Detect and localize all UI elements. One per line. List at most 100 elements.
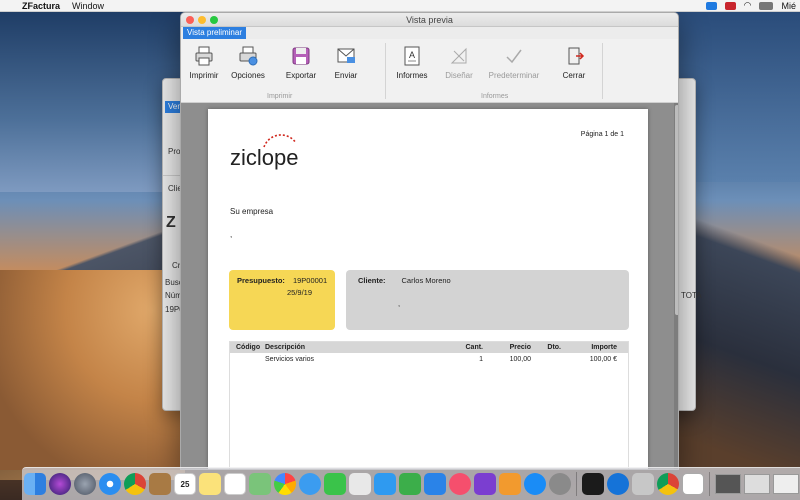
dock-divider (709, 472, 710, 496)
bg-window-text-total: TOTA (681, 291, 702, 300)
chrome-icon[interactable] (124, 473, 146, 495)
window-controls (186, 16, 218, 24)
items-table: Código Descripción Cant. Precio Dto. Imp… (229, 341, 629, 469)
send-button-label: Enviar (334, 71, 358, 80)
client-box: Cliente: Carlos Moreno , (346, 270, 629, 330)
minimized-window-thumbnail[interactable] (773, 474, 799, 494)
bg-window-logo: Z (166, 214, 176, 231)
tab-vista-preliminar[interactable]: Vista preliminar (183, 27, 246, 39)
scrollbar-thumb[interactable] (675, 105, 678, 315)
svg-text:A: A (409, 50, 415, 60)
safari-icon[interactable] (99, 473, 121, 495)
options-button-label: Opciones (231, 71, 265, 80)
keychain-access-icon[interactable] (632, 473, 654, 495)
options-button[interactable]: Opciones (223, 45, 273, 80)
col-price: Precio (509, 344, 531, 351)
minimized-window-thumbnail[interactable] (715, 474, 741, 494)
company-logo: ziclope (230, 134, 298, 170)
page-number: Página 1 de 1 (580, 131, 624, 138)
maps-icon[interactable] (249, 473, 271, 495)
menubar-clock[interactable]: Mié (781, 1, 796, 11)
table-row: Servicios varios 1 100,00 100,00 € (230, 353, 628, 365)
print-button-label: Imprimir (189, 71, 219, 80)
set-default-button-label: Predeterminar (488, 71, 540, 80)
window-title: Vista previa (406, 15, 453, 25)
ribbon-group-divider (385, 43, 386, 99)
table-header: Código Descripción Cant. Precio Dto. Imp… (230, 342, 628, 353)
menu-app-name[interactable]: ZFactura (22, 1, 60, 11)
music-icon[interactable] (449, 473, 471, 495)
ribbon-toolbar: Imprimir Opciones Imprimir Exportar Envi… (181, 39, 678, 103)
dock-divider (576, 472, 577, 496)
reports-button-label: Informes (396, 71, 428, 80)
vertical-scrollbar[interactable] (674, 103, 678, 469)
menu-window[interactable]: Window (72, 1, 104, 11)
wifi-icon[interactable]: ◠ (744, 0, 752, 11)
printer-icon (195, 46, 213, 66)
export-button-label: Exportar (285, 71, 317, 80)
textedit-icon[interactable] (349, 473, 371, 495)
launchpad-icon[interactable] (74, 473, 96, 495)
close-preview-button[interactable]: Cerrar (549, 45, 599, 80)
design-button-label: Diseñar (445, 71, 473, 80)
export-button[interactable]: Exportar (276, 45, 326, 80)
messages-icon[interactable] (299, 473, 321, 495)
bg-window-divider (163, 175, 181, 176)
siri-icon[interactable] (49, 473, 71, 495)
facetime-icon[interactable] (324, 473, 346, 495)
send-button[interactable]: Enviar (321, 45, 371, 80)
podcasts-icon[interactable] (474, 473, 496, 495)
logo-text: ziclope (230, 145, 298, 170)
photos-icon[interactable] (274, 473, 296, 495)
minimize-button[interactable] (198, 16, 206, 24)
system-preferences-icon[interactable] (549, 473, 571, 495)
cell-qty: 1 (479, 355, 483, 363)
preview-window: Vista previa Vista preliminar Imprimir O… (180, 12, 679, 470)
window-titlebar[interactable]: Vista previa (181, 13, 678, 27)
numbers-icon[interactable] (399, 473, 421, 495)
printer-settings-icon (239, 46, 258, 66)
reminders-icon[interactable] (224, 473, 246, 495)
battery-icon[interactable] (759, 1, 774, 10)
client-name: Carlos Moreno (401, 276, 451, 285)
budget-label: Presupuesto: (237, 276, 285, 285)
group-label-imprimir: Imprimir (267, 93, 293, 100)
design-button[interactable]: Diseñar (434, 45, 484, 80)
app-store-icon[interactable] (524, 473, 546, 495)
language-flag-icon[interactable] (724, 1, 736, 10)
report-document-icon: A (404, 46, 420, 66)
checkmark-icon (506, 49, 522, 64)
notes-icon[interactable] (199, 473, 221, 495)
ribbon-group-divider (602, 43, 603, 99)
zfactura-icon[interactable] (682, 473, 704, 495)
cell-amount: 100,00 € (589, 355, 617, 363)
group-label-informes: Informes (481, 93, 509, 100)
app-status-icon[interactable] (705, 1, 717, 10)
minimized-window-thumbnail[interactable] (744, 474, 770, 494)
calendar-icon[interactable]: 25 (174, 473, 196, 495)
close-button[interactable] (186, 16, 194, 24)
pages-icon[interactable] (424, 473, 446, 495)
desktop-sky-left (0, 12, 185, 192)
budget-number: 19P00001 (292, 276, 328, 285)
col-code: Código (236, 344, 261, 351)
col-amount: Importe (591, 344, 617, 351)
client-address: , (398, 299, 401, 308)
document-preview-area[interactable]: Página 1 de 1 ziclope Su empresa , Presu… (181, 103, 678, 469)
reports-button[interactable]: A Informes (387, 45, 437, 80)
col-discount: Dto. (547, 344, 561, 351)
finder-icon[interactable] (24, 473, 46, 495)
zoom-button[interactable] (210, 16, 218, 24)
contacts-book-icon[interactable] (149, 473, 171, 495)
print-button[interactable]: Imprimir (181, 45, 229, 80)
cell-price: 100,00 (509, 355, 531, 363)
menubar: ZFactura Window ◠ Mié (0, 0, 800, 12)
books-icon[interactable] (499, 473, 521, 495)
chrome-app-icon[interactable] (657, 473, 679, 495)
teamviewer-icon[interactable] (607, 473, 629, 495)
bg-window-text-pro: Pro (168, 147, 181, 156)
calendar-day: 25 (180, 479, 190, 489)
terminal-icon[interactable] (582, 473, 604, 495)
keynote-icon[interactable] (374, 473, 396, 495)
set-default-button[interactable]: Predeterminar (486, 45, 542, 80)
